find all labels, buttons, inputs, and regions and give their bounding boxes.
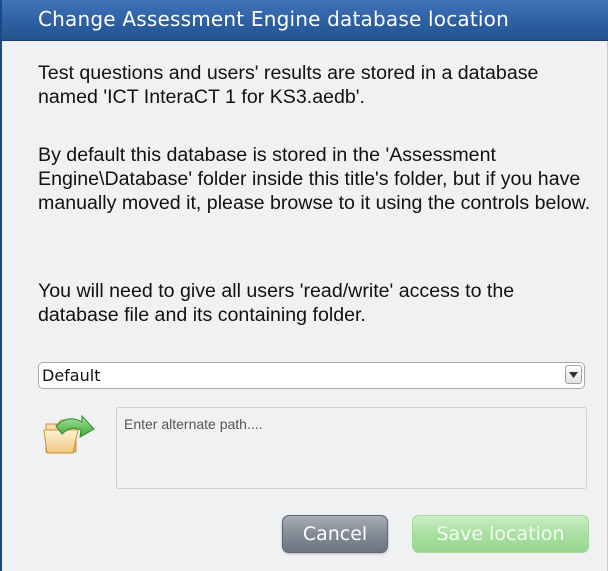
change-database-location-dialog: Change Assessment Engine database locati…: [0, 0, 608, 571]
dropdown-arrow-button[interactable]: [565, 365, 582, 384]
alternate-path-input[interactable]: [116, 407, 587, 489]
dialog-title: Change Assessment Engine database locati…: [38, 7, 509, 31]
folder-open-icon[interactable]: [42, 412, 102, 462]
default-location-text: By default this database is stored in th…: [38, 144, 591, 214]
location-dropdown[interactable]: Default: [38, 362, 585, 389]
location-dropdown-value: Default: [42, 366, 101, 385]
cancel-button[interactable]: Cancel: [282, 515, 388, 553]
chevron-down-icon: [569, 372, 578, 378]
save-location-button[interactable]: Save location: [412, 515, 589, 553]
dialog-titlebar: Change Assessment Engine database locati…: [2, 0, 608, 41]
database-info-text: Test questions and users' results are st…: [38, 62, 539, 108]
access-rights-text: You will need to give all users 'read/wr…: [38, 280, 515, 326]
